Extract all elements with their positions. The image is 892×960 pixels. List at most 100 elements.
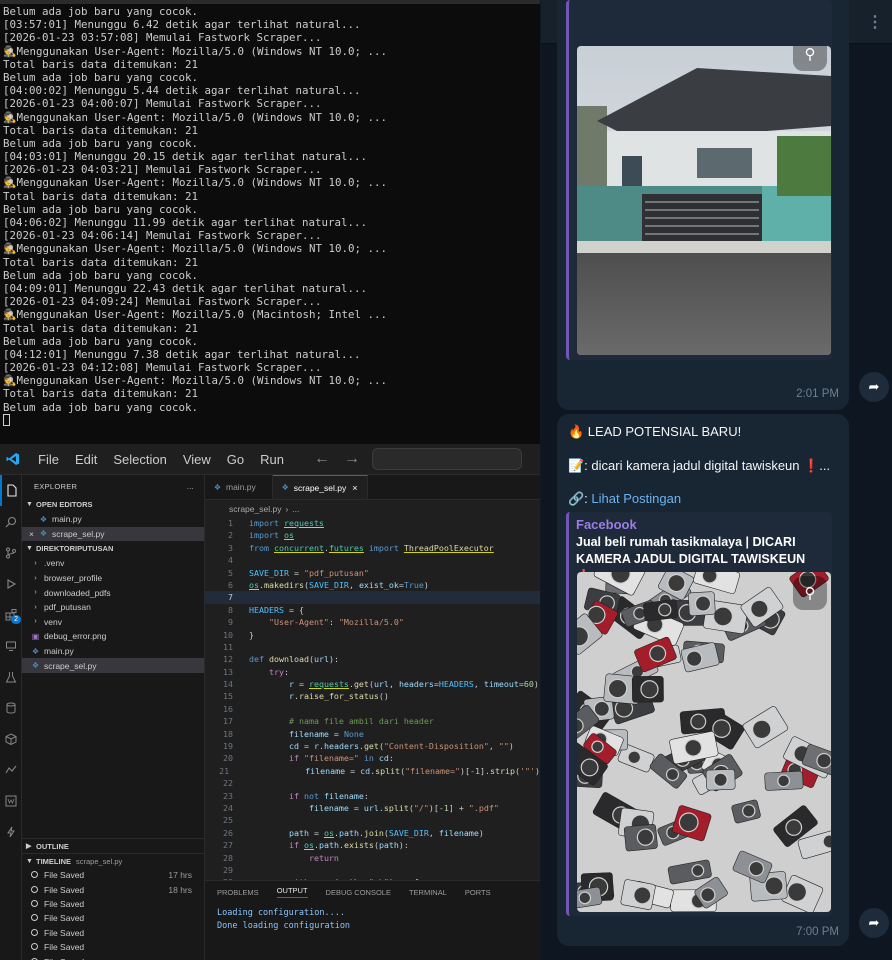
forward-share-icon[interactable]: ➦ bbox=[859, 908, 889, 938]
code-line[interactable]: 20 if "filename=" in cd: bbox=[205, 752, 540, 764]
command-center-search[interactable] bbox=[372, 448, 522, 470]
tree-item[interactable]: ▣ debug_error.png bbox=[22, 629, 204, 644]
forward-share-icon[interactable]: ➦ bbox=[859, 372, 889, 402]
html-icon[interactable] bbox=[0, 785, 22, 816]
timeline-item[interactable]: File Saved bbox=[22, 954, 204, 960]
code-line[interactable]: 14 r = requests. get(url, headers = HEADERS… bbox=[205, 678, 540, 690]
menu-run[interactable]: Run bbox=[252, 452, 292, 467]
testing-icon[interactable] bbox=[0, 661, 22, 692]
code-area[interactable]: 1 import requests 2 import os 3 from concurre… bbox=[205, 517, 540, 880]
back-arrow-icon[interactable]: ← bbox=[314, 450, 330, 468]
code-line[interactable]: 27 if os. path. exists(path): bbox=[205, 839, 540, 851]
search-icon[interactable] bbox=[0, 506, 22, 537]
tree-item[interactable]: ❖ scrape_sel.py bbox=[22, 658, 204, 673]
panel-tab-output[interactable]: OUTPUT bbox=[276, 886, 308, 898]
timeline-section[interactable]: ▼ TIMELINE scrape_sel.py bbox=[22, 853, 204, 868]
package-icon[interactable] bbox=[0, 723, 22, 754]
tree-item[interactable]: › browser_profile bbox=[22, 571, 204, 586]
menu-file[interactable]: File bbox=[30, 452, 67, 467]
house-photo[interactable]: ⚲ bbox=[577, 46, 831, 355]
panel-tab-ports[interactable]: PORTS bbox=[465, 888, 491, 897]
code-line[interactable]: 4 bbox=[205, 554, 540, 566]
tree-item[interactable]: › pdf_putusan bbox=[22, 600, 204, 615]
code-line[interactable]: 12 def download(url): bbox=[205, 653, 540, 665]
zoom-icon[interactable]: ⚲ bbox=[793, 576, 827, 610]
panel-tab-terminal[interactable]: TERMINAL bbox=[409, 888, 447, 897]
code-line[interactable]: 1 import requests bbox=[205, 517, 540, 529]
tree-item[interactable]: › .venv bbox=[22, 556, 204, 571]
code-line[interactable]: 13 try: bbox=[205, 666, 540, 678]
editor-tab[interactable]: ❖ scrape_sel.py × bbox=[272, 475, 369, 499]
code-line[interactable]: 6 os. makedirs(SAVE_DIR, exist_ok = True) bbox=[205, 579, 540, 591]
timeline-item[interactable]: File Saved bbox=[22, 897, 204, 911]
code-token: ) bbox=[508, 741, 514, 752]
code-token: not bbox=[303, 790, 324, 801]
timeline-label: File Saved bbox=[44, 898, 85, 909]
lightning-icon[interactable] bbox=[0, 816, 22, 847]
forward-arrow-icon[interactable]: → bbox=[344, 450, 360, 468]
code-line[interactable]: 2 import os bbox=[205, 529, 540, 541]
close-icon[interactable]: × bbox=[29, 529, 39, 539]
code-line[interactable]: 16 bbox=[205, 703, 540, 715]
code-line[interactable]: 26 path = os. path. join(SAVE_DIR, filenam… bbox=[205, 827, 540, 839]
code-line[interactable]: 23 if not filename: bbox=[205, 790, 540, 802]
code-line[interactable]: 29 bbox=[205, 864, 540, 876]
tree-item[interactable]: › venv bbox=[22, 615, 204, 630]
code-line[interactable]: 7 bbox=[205, 591, 540, 604]
code-token: timeout bbox=[483, 679, 519, 690]
close-icon[interactable]: × bbox=[352, 483, 357, 493]
explorer-more-button[interactable]: ... bbox=[187, 482, 194, 491]
run-debug-icon[interactable] bbox=[0, 568, 22, 599]
menu-selection[interactable]: Selection bbox=[105, 452, 174, 467]
code-line[interactable]: 11 bbox=[205, 641, 540, 653]
code-line[interactable]: 18 filename = None bbox=[205, 728, 540, 740]
timeline-item[interactable]: File Saved 18 hrs bbox=[22, 882, 204, 896]
timeline-item[interactable]: File Saved bbox=[22, 911, 204, 925]
code-line[interactable]: 24 filename = url. split("/")[-1] + ".pdf… bbox=[205, 802, 540, 814]
live-share-icon[interactable] bbox=[0, 754, 22, 785]
menu-edit[interactable]: Edit bbox=[67, 452, 105, 467]
timeline-item[interactable]: File Saved bbox=[22, 926, 204, 940]
tree-item[interactable]: ❖ main.py bbox=[22, 644, 204, 659]
outline-section[interactable]: ▶ OUTLINE bbox=[22, 838, 204, 853]
code-token: = bbox=[288, 567, 304, 578]
terminal-window[interactable]: Belum ada job baru yang cocok. [03:57:01]… bbox=[0, 0, 540, 444]
code-line[interactable]: 5 SAVE_DIR = "pdf_putusan" bbox=[205, 567, 540, 579]
panel-tab-debug-console[interactable]: DEBUG CONSOLE bbox=[326, 888, 391, 897]
code-line[interactable]: 3 from concurrent. futures import ThreadPo… bbox=[205, 542, 540, 554]
extensions-icon[interactable]: 2 bbox=[0, 599, 22, 630]
code-line[interactable]: 28 return bbox=[205, 852, 540, 864]
code-line[interactable]: 21 filename = cd. split("filename=")[-1].… bbox=[205, 765, 540, 777]
view-post-link[interactable]: Lihat Postingan bbox=[591, 491, 681, 506]
code-line[interactable]: 10} bbox=[205, 629, 540, 641]
code-line[interactable]: 15 r. raise_for_status() bbox=[205, 690, 540, 702]
menu-view[interactable]: View bbox=[175, 452, 219, 467]
timeline-item[interactable]: File Saved bbox=[22, 940, 204, 954]
open-editor-item[interactable]: ❖ main.py bbox=[22, 512, 204, 527]
code-line[interactable]: 19 cd = r. headers. get("Content-Dispositi… bbox=[205, 740, 540, 752]
tree-item[interactable]: › downloaded_pdfs bbox=[22, 585, 204, 600]
zoom-icon[interactable]: ⚲ bbox=[793, 46, 827, 71]
open-editors-section[interactable]: ▼ OPEN EDITORS bbox=[22, 497, 204, 512]
timeline-item[interactable]: File Saved 17 hrs bbox=[22, 868, 204, 882]
code-line[interactable]: 9 "User-Agent": "Mozilla/5.0" bbox=[205, 616, 540, 628]
code-editor[interactable]: ❖ main.py ❖ scrape_sel.py × scrape_sel.py › … bbox=[205, 475, 540, 960]
panel-tab-problems[interactable]: PROBLEMS bbox=[217, 888, 259, 897]
timeline-time: 17 hrs bbox=[168, 870, 192, 881]
message-bubble[interactable]: ⚲ 2:01 PM bbox=[557, 0, 849, 410]
menu-go[interactable]: Go bbox=[219, 452, 252, 467]
editor-tab[interactable]: ❖ main.py bbox=[205, 475, 273, 499]
code-line[interactable]: 8 HEADERS = { bbox=[205, 604, 540, 616]
folder-section[interactable]: ▼ DIREKTORIPUTUSAN bbox=[22, 541, 204, 556]
source-control-icon[interactable] bbox=[0, 537, 22, 568]
more-vertical-icon[interactable]: ⋮ bbox=[867, 12, 883, 33]
explorer-icon[interactable] bbox=[0, 475, 22, 506]
cameras-photo[interactable]: ⚲ bbox=[577, 572, 831, 912]
open-editor-item[interactable]: × ❖ scrape_sel.py bbox=[22, 526, 204, 542]
database-icon[interactable] bbox=[0, 692, 22, 723]
message-bubble[interactable]: 🔥 LEAD POTENSIAL BARU! 📝: dicari kamera … bbox=[557, 414, 849, 946]
code-line[interactable]: 25 bbox=[205, 814, 540, 826]
remote-explorer-icon[interactable] bbox=[0, 630, 22, 661]
code-line[interactable]: 22 bbox=[205, 777, 540, 789]
code-line[interactable]: 17 # nama file ambil dari header bbox=[205, 715, 540, 727]
